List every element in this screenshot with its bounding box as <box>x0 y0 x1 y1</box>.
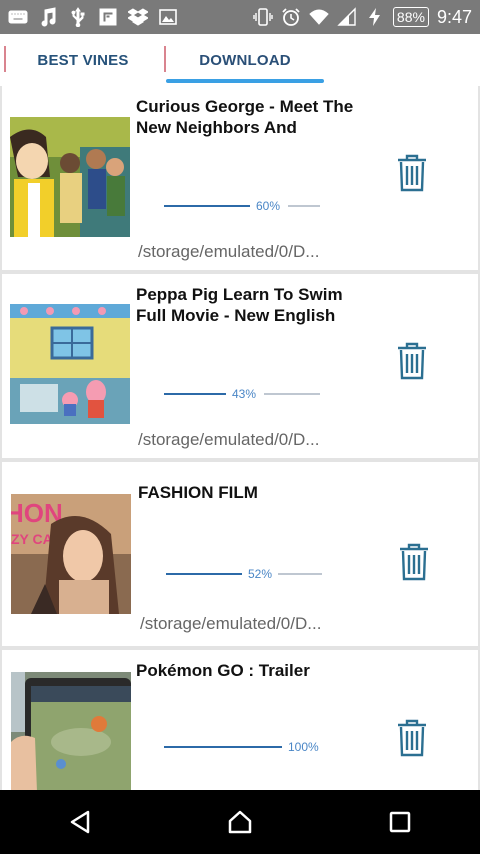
file-path: /storage/emulated/0/D... <box>140 614 322 633</box>
back-button[interactable] <box>50 792 110 852</box>
video-title: Curious George - Meet The New Neighbors … <box>136 97 354 137</box>
file-path: /storage/emulated/0/D... <box>138 242 320 261</box>
delete-trash-icon[interactable] <box>394 153 430 193</box>
video-thumbnail <box>10 304 130 424</box>
download-item[interactable]: Curious George - Meet The New Neighbors … <box>2 86 478 270</box>
progress-percent: 60% <box>252 199 285 213</box>
signal-icon <box>337 7 357 27</box>
download-item[interactable]: HON ZY CAPLA FASHION FILM 52% /storage/e… <box>2 462 478 646</box>
video-thumbnail: HON ZY CAPLA <box>11 494 131 614</box>
video-title: FASHION FILM <box>138 483 258 502</box>
image-icon <box>158 7 178 27</box>
tab-best-vines[interactable]: BEST VINES <box>0 34 166 86</box>
file-path: /storage/emulated/0/D... <box>138 430 320 449</box>
usb-icon <box>68 7 88 27</box>
video-thumbnail <box>10 117 130 237</box>
charging-icon <box>365 7 385 27</box>
delete-trash-icon[interactable] <box>394 718 430 758</box>
delete-trash-icon[interactable] <box>396 542 432 582</box>
download-progress: 100% <box>164 740 323 754</box>
music-icon <box>38 7 58 27</box>
status-bar: 88% 9:47 <box>0 0 480 34</box>
clock: 9:47 <box>436 6 472 27</box>
download-progress: 52% <box>166 567 322 581</box>
progress-percent: 43% <box>228 387 261 401</box>
video-title: Peppa Pig Learn To Swim Full Movie - New… <box>136 285 343 325</box>
tab-bar: BEST VINES DOWNLOAD <box>0 34 480 86</box>
download-progress: 43% <box>164 387 320 401</box>
alarm-icon <box>281 7 301 27</box>
delete-trash-icon[interactable] <box>394 341 430 381</box>
progress-percent: 52% <box>244 567 277 581</box>
dropbox-icon <box>128 7 148 27</box>
recents-button[interactable] <box>370 792 430 852</box>
video-thumbnail <box>11 672 131 790</box>
download-progress: 60% <box>164 199 320 213</box>
notification-icons <box>8 7 178 27</box>
wifi-icon <box>309 7 329 27</box>
progress-percent: 100% <box>284 740 323 754</box>
vibrate-icon <box>253 7 273 27</box>
download-list[interactable]: Curious George - Meet The New Neighbors … <box>0 86 480 790</box>
video-title: Pokémon GO : Trailer <box>136 661 310 680</box>
keyboard-icon <box>8 7 28 27</box>
download-item[interactable]: Pokémon GO : Trailer 100% <box>2 650 478 790</box>
home-button[interactable] <box>210 792 270 852</box>
download-item[interactable]: Peppa Pig Learn To Swim Full Movie - New… <box>2 274 478 458</box>
battery-level: 88% <box>392 7 429 27</box>
system-icons: 88% 9:47 <box>253 7 472 28</box>
back-icon <box>70 810 90 834</box>
recents-icon <box>389 811 411 833</box>
navigation-bar <box>0 790 480 854</box>
flipboard-icon <box>98 7 118 27</box>
home-icon <box>228 810 252 834</box>
selected-tab-indicator <box>166 79 324 83</box>
